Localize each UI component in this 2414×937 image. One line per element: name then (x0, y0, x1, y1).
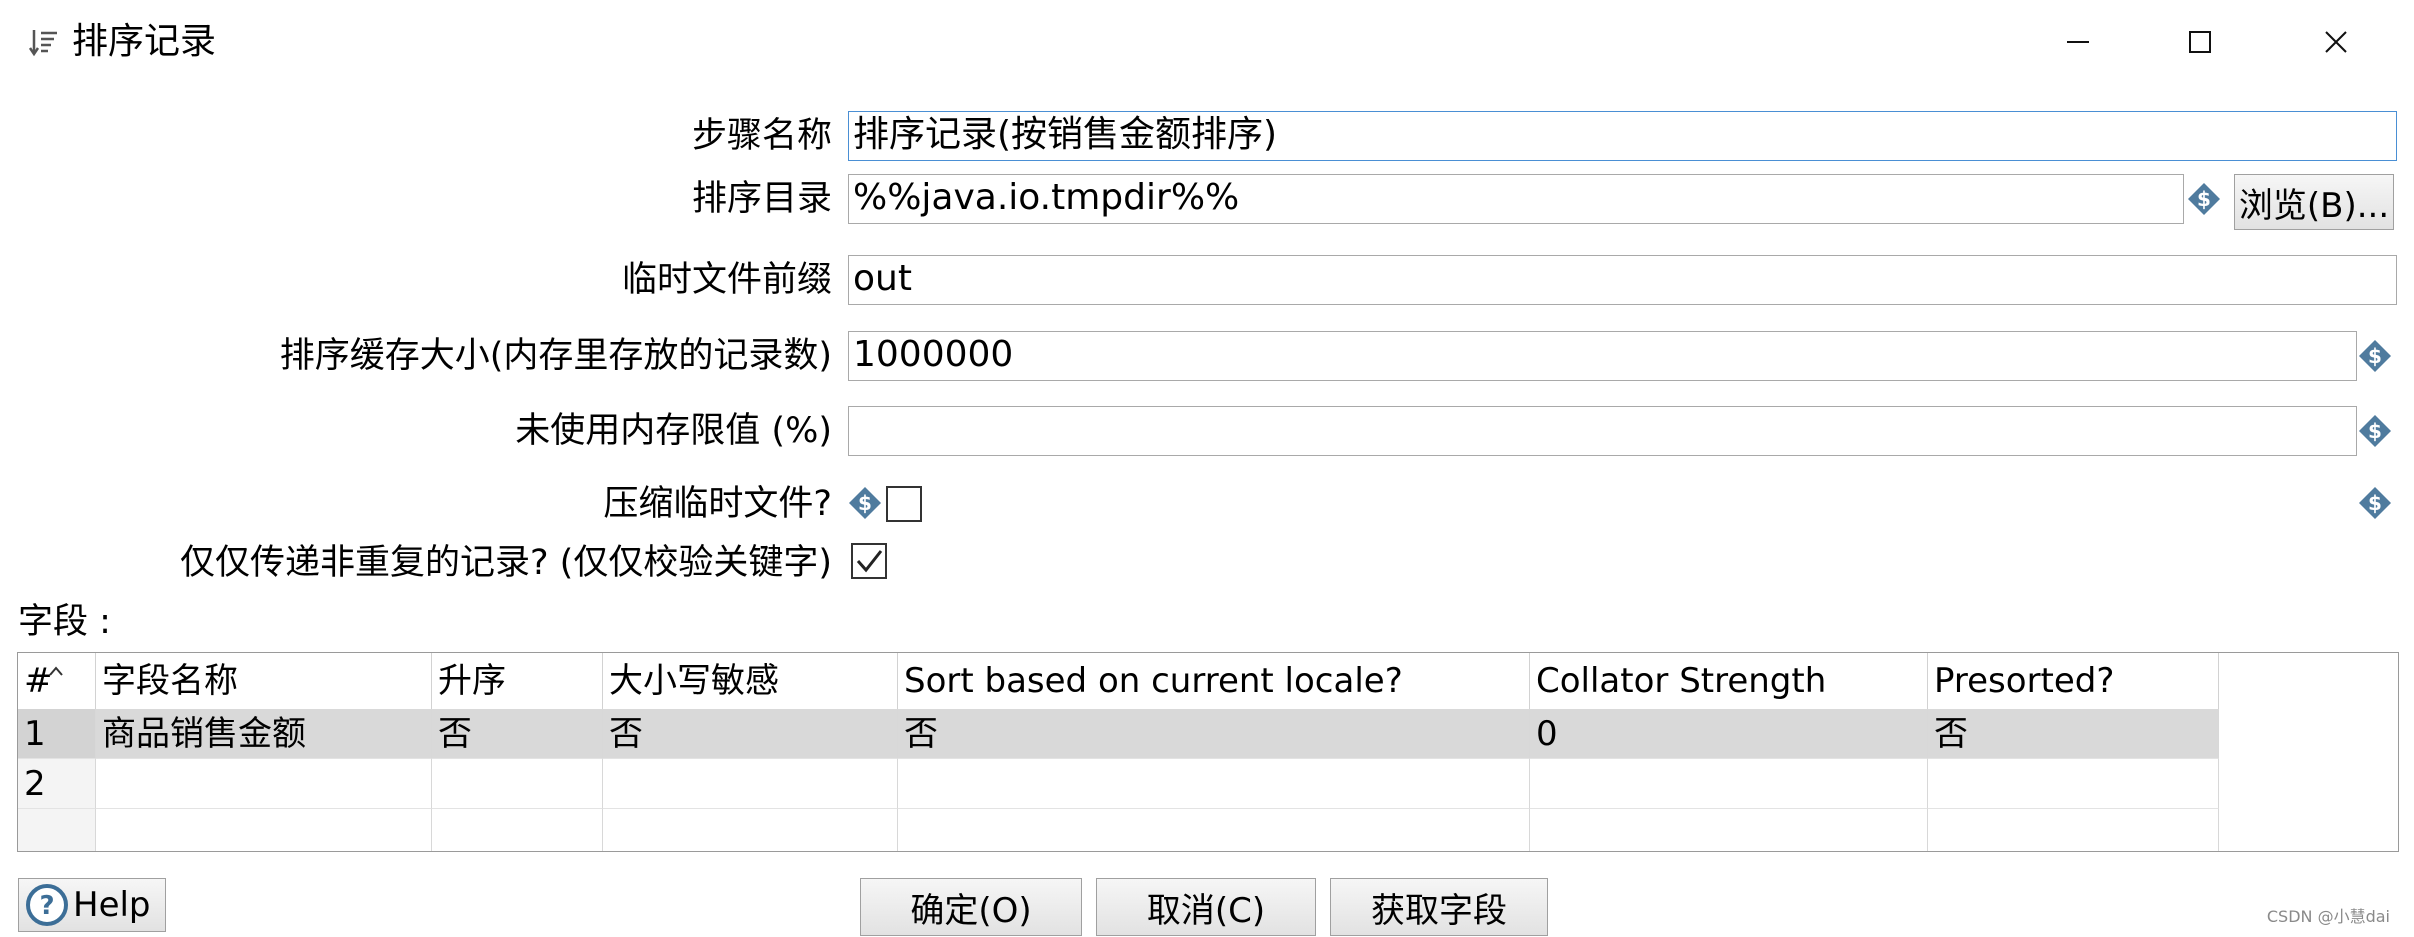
unique-rows-label: 仅仅传递非重复的记录? (仅仅校验关键字) (179, 543, 832, 583)
table-cell (1530, 809, 1928, 851)
ok-button[interactable]: 确定(O) (860, 878, 1082, 936)
variable-icon[interactable]: $ (2358, 339, 2392, 373)
table-row[interactable]: 1 商品销售金额 否 否 否 0 否 (18, 709, 2219, 759)
sort-size-row: 排序缓存大小(内存里存放的记录数) (0, 331, 832, 381)
table-row[interactable]: 2 (18, 759, 2219, 809)
sort-dir-row: 排序目录 (0, 174, 832, 224)
compress-row: 压缩临时文件? (0, 479, 832, 529)
table-cell: 2 (18, 759, 96, 809)
help-button[interactable]: ? Help (18, 878, 166, 932)
svg-text:$: $ (2368, 491, 2382, 515)
close-button[interactable] (2306, 14, 2366, 70)
column-header-collator-strength[interactable]: Collator Strength (1530, 653, 1928, 709)
compress-label: 压缩临时文件? (603, 484, 832, 524)
table-cell[interactable] (603, 759, 898, 809)
variable-icon[interactable]: $ (2187, 182, 2221, 216)
browse-button[interactable]: 浏览(B)... (2234, 174, 2394, 230)
svg-text:$: $ (2368, 419, 2382, 443)
sort-size-input[interactable]: 1000000 (848, 331, 2357, 381)
table-cell[interactable] (1530, 759, 1928, 809)
table-row (18, 809, 2219, 851)
variable-icon[interactable]: $ (2358, 414, 2392, 448)
sort-dir-label: 排序目录 (691, 179, 832, 219)
cancel-button[interactable]: 取消(C) (1096, 878, 1316, 936)
column-header-ascending[interactable]: 升序 (432, 653, 603, 709)
maximize-icon (2189, 31, 2211, 53)
minimize-button[interactable] (2048, 14, 2108, 70)
table-cell (432, 809, 603, 851)
table-cell (603, 809, 898, 851)
column-header-field-name[interactable]: 字段名称 (96, 653, 432, 709)
sort-icon (28, 30, 57, 57)
svg-text:$: $ (2368, 344, 2382, 368)
table-cell[interactable]: 否 (898, 709, 1530, 759)
temp-prefix-row: 临时文件前缀 (0, 255, 832, 305)
get-fields-button[interactable]: 获取字段 (1330, 878, 1548, 936)
table-cell (898, 809, 1530, 851)
close-icon (2325, 31, 2347, 53)
unique-rows-checkbox[interactable] (851, 543, 887, 579)
step-name-label: 步骤名称 (691, 116, 832, 156)
help-label: Help (73, 885, 151, 925)
column-header-rownum[interactable]: # (18, 653, 96, 709)
table-header: # 字段名称 升序 大小写敏感 Sort based on current lo… (18, 653, 2219, 709)
svg-text:$: $ (858, 491, 872, 515)
table-cell[interactable] (96, 759, 432, 809)
maximize-button[interactable] (2170, 14, 2230, 70)
table-cell[interactable]: 否 (603, 709, 898, 759)
table-cell[interactable]: 0 (1530, 709, 1928, 759)
check-icon (856, 550, 883, 573)
table-cell[interactable] (432, 759, 603, 809)
svg-text:?: ? (39, 891, 54, 921)
watermark: CSDN @小慧dai (2266, 907, 2390, 926)
free-memory-row: 未使用内存限值 (%) (0, 406, 832, 456)
table-cell[interactable] (898, 759, 1530, 809)
title-bar: 排序记录 (0, 0, 2414, 84)
fields-label: 字段 : (18, 602, 111, 642)
minimize-icon (2067, 41, 2089, 43)
help-icon: ? (26, 884, 68, 926)
free-memory-label: 未使用内存限值 (%) (515, 411, 832, 451)
window-title: 排序记录 (72, 21, 217, 62)
temp-prefix-input[interactable]: out (848, 255, 2397, 305)
temp-prefix-label: 临时文件前缀 (621, 260, 832, 300)
table-cell[interactable]: 商品销售金额 (96, 709, 432, 759)
table-cell[interactable]: 否 (1928, 709, 2219, 759)
table-cell[interactable] (1928, 759, 2219, 809)
column-header-case-sensitive[interactable]: 大小写敏感 (603, 653, 898, 709)
fields-table[interactable]: # 字段名称 升序 大小写敏感 Sort based on current lo… (17, 652, 2399, 852)
unique-rows-row: 仅仅传递非重复的记录? (仅仅校验关键字) (0, 538, 832, 588)
svg-text:$: $ (2197, 187, 2211, 211)
table-cell (18, 809, 96, 851)
variable-icon[interactable]: $ (848, 486, 882, 520)
table-cell (96, 809, 432, 851)
table-cell (1928, 809, 2219, 851)
free-memory-input[interactable] (848, 406, 2357, 456)
table-cell[interactable]: 否 (432, 709, 603, 759)
column-header-presorted[interactable]: Presorted? (1928, 653, 2219, 709)
sort-caret-icon (49, 666, 63, 676)
compress-checkbox[interactable] (886, 486, 922, 522)
step-name-row: 步骤名称 (0, 111, 832, 161)
table-cell: 1 (18, 709, 96, 759)
column-header-locale[interactable]: Sort based on current locale? (898, 653, 1530, 709)
variable-icon[interactable]: $ (2358, 486, 2392, 520)
sort-size-label: 排序缓存大小(内存里存放的记录数) (279, 336, 832, 376)
sort-dir-input[interactable]: %%java.io.tmpdir%% (848, 174, 2184, 224)
step-name-input[interactable]: 排序记录(按销售金额排序) (848, 111, 2397, 161)
